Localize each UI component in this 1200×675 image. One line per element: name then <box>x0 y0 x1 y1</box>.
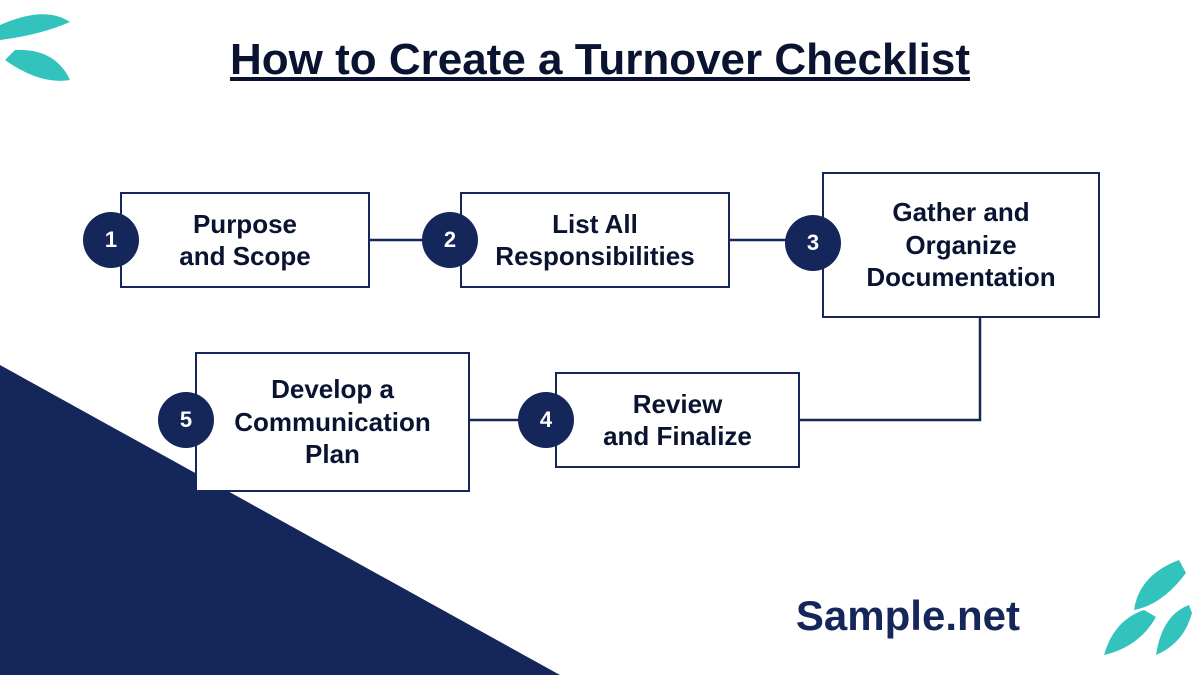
step-number-5: 5 <box>180 407 192 433</box>
step-number-4: 4 <box>540 407 552 433</box>
step-number-3: 3 <box>807 230 819 256</box>
step-number-1: 1 <box>105 227 117 253</box>
connectors <box>0 0 1200 675</box>
step-badge-5: 5 <box>158 392 214 448</box>
step-badge-4: 4 <box>518 392 574 448</box>
step-badge-2: 2 <box>422 212 478 268</box>
step-number-2: 2 <box>444 227 456 253</box>
step-badge-1: 1 <box>83 212 139 268</box>
step-badge-3: 3 <box>785 215 841 271</box>
